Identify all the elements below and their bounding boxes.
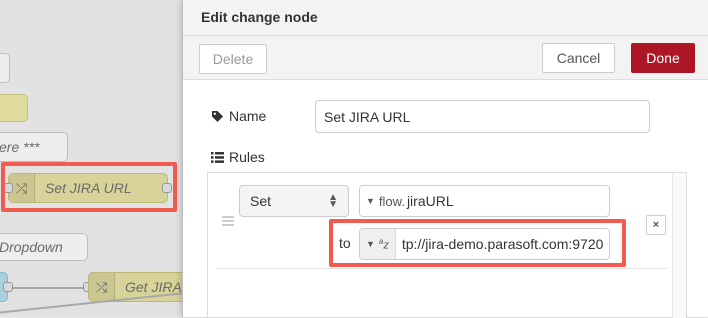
rule-property-input[interactable]: ▼ flow. jiraURL <box>359 185 610 217</box>
caret-down-icon: ▼ <box>366 196 375 206</box>
rule-value: tp://jira-demo.parasoft.com:9720 <box>401 236 604 252</box>
drag-handle-icon[interactable] <box>222 216 234 226</box>
edit-tray: Edit change node Delete Cancel Done Name… <box>182 0 708 318</box>
output-port[interactable] <box>3 282 13 292</box>
tray-toolbar: Delete Cancel Done <box>183 36 708 80</box>
tray-title: Edit change node <box>201 9 318 25</box>
rule-divider <box>217 268 667 269</box>
rule-value-input[interactable]: ▼ az tp://jira-demo.parasoft.com:9720 <box>359 228 610 260</box>
remove-rule-button[interactable]: × <box>646 215 666 235</box>
set-jira-url-node[interactable]: ⤮ Set JIRA URL <box>8 173 168 203</box>
wire[interactable] <box>13 287 88 289</box>
input-port[interactable] <box>3 183 13 193</box>
workspace-node[interactable]: Dropdown <box>0 233 88 261</box>
property-type-label: flow. <box>378 193 405 209</box>
output-port[interactable] <box>162 183 172 193</box>
rules-label: Rules <box>211 149 265 165</box>
node-label: ere *** <box>0 139 40 155</box>
delete-button[interactable]: Delete <box>199 44 267 74</box>
rules-scrollbar[interactable] <box>672 173 686 318</box>
name-input[interactable]: Set JIRA URL <box>315 100 650 133</box>
caret-down-icon: ▼ <box>366 239 375 249</box>
tag-icon <box>212 110 223 122</box>
tray-header: Edit change node <box>183 0 708 36</box>
property-type-button[interactable]: ▼ flow. <box>360 186 407 216</box>
rule-action-select[interactable]: Set ▲ ▼ <box>239 185 349 217</box>
done-button[interactable]: Done <box>631 43 695 73</box>
updown-arrows-icon: ▲ ▼ <box>328 192 338 210</box>
property-value: jiraURL <box>406 193 454 209</box>
shuffle-icon: ⤮ <box>89 273 115 301</box>
workspace-node[interactable]: ere *** <box>0 132 68 162</box>
name-label: Name <box>211 108 266 124</box>
node-label: Dropdown <box>0 239 63 255</box>
workspace-node[interactable] <box>0 53 10 83</box>
cancel-button[interactable]: Cancel <box>542 43 615 73</box>
workspace-node[interactable] <box>0 94 28 122</box>
node-label: Set JIRA URL <box>45 180 132 196</box>
string-az-icon: az <box>378 236 389 252</box>
value-type-button[interactable]: ▼ az <box>360 229 396 259</box>
rules-label-text: Rules <box>229 149 265 165</box>
flow-workspace[interactable]: ere *** ⤮ Set JIRA URL Dropdown ⤮ Get JI… <box>0 0 190 317</box>
list-icon <box>211 151 224 163</box>
to-label: to <box>339 235 351 251</box>
name-label-text: Name <box>229 108 267 124</box>
rule-action-value: Set <box>250 193 272 209</box>
